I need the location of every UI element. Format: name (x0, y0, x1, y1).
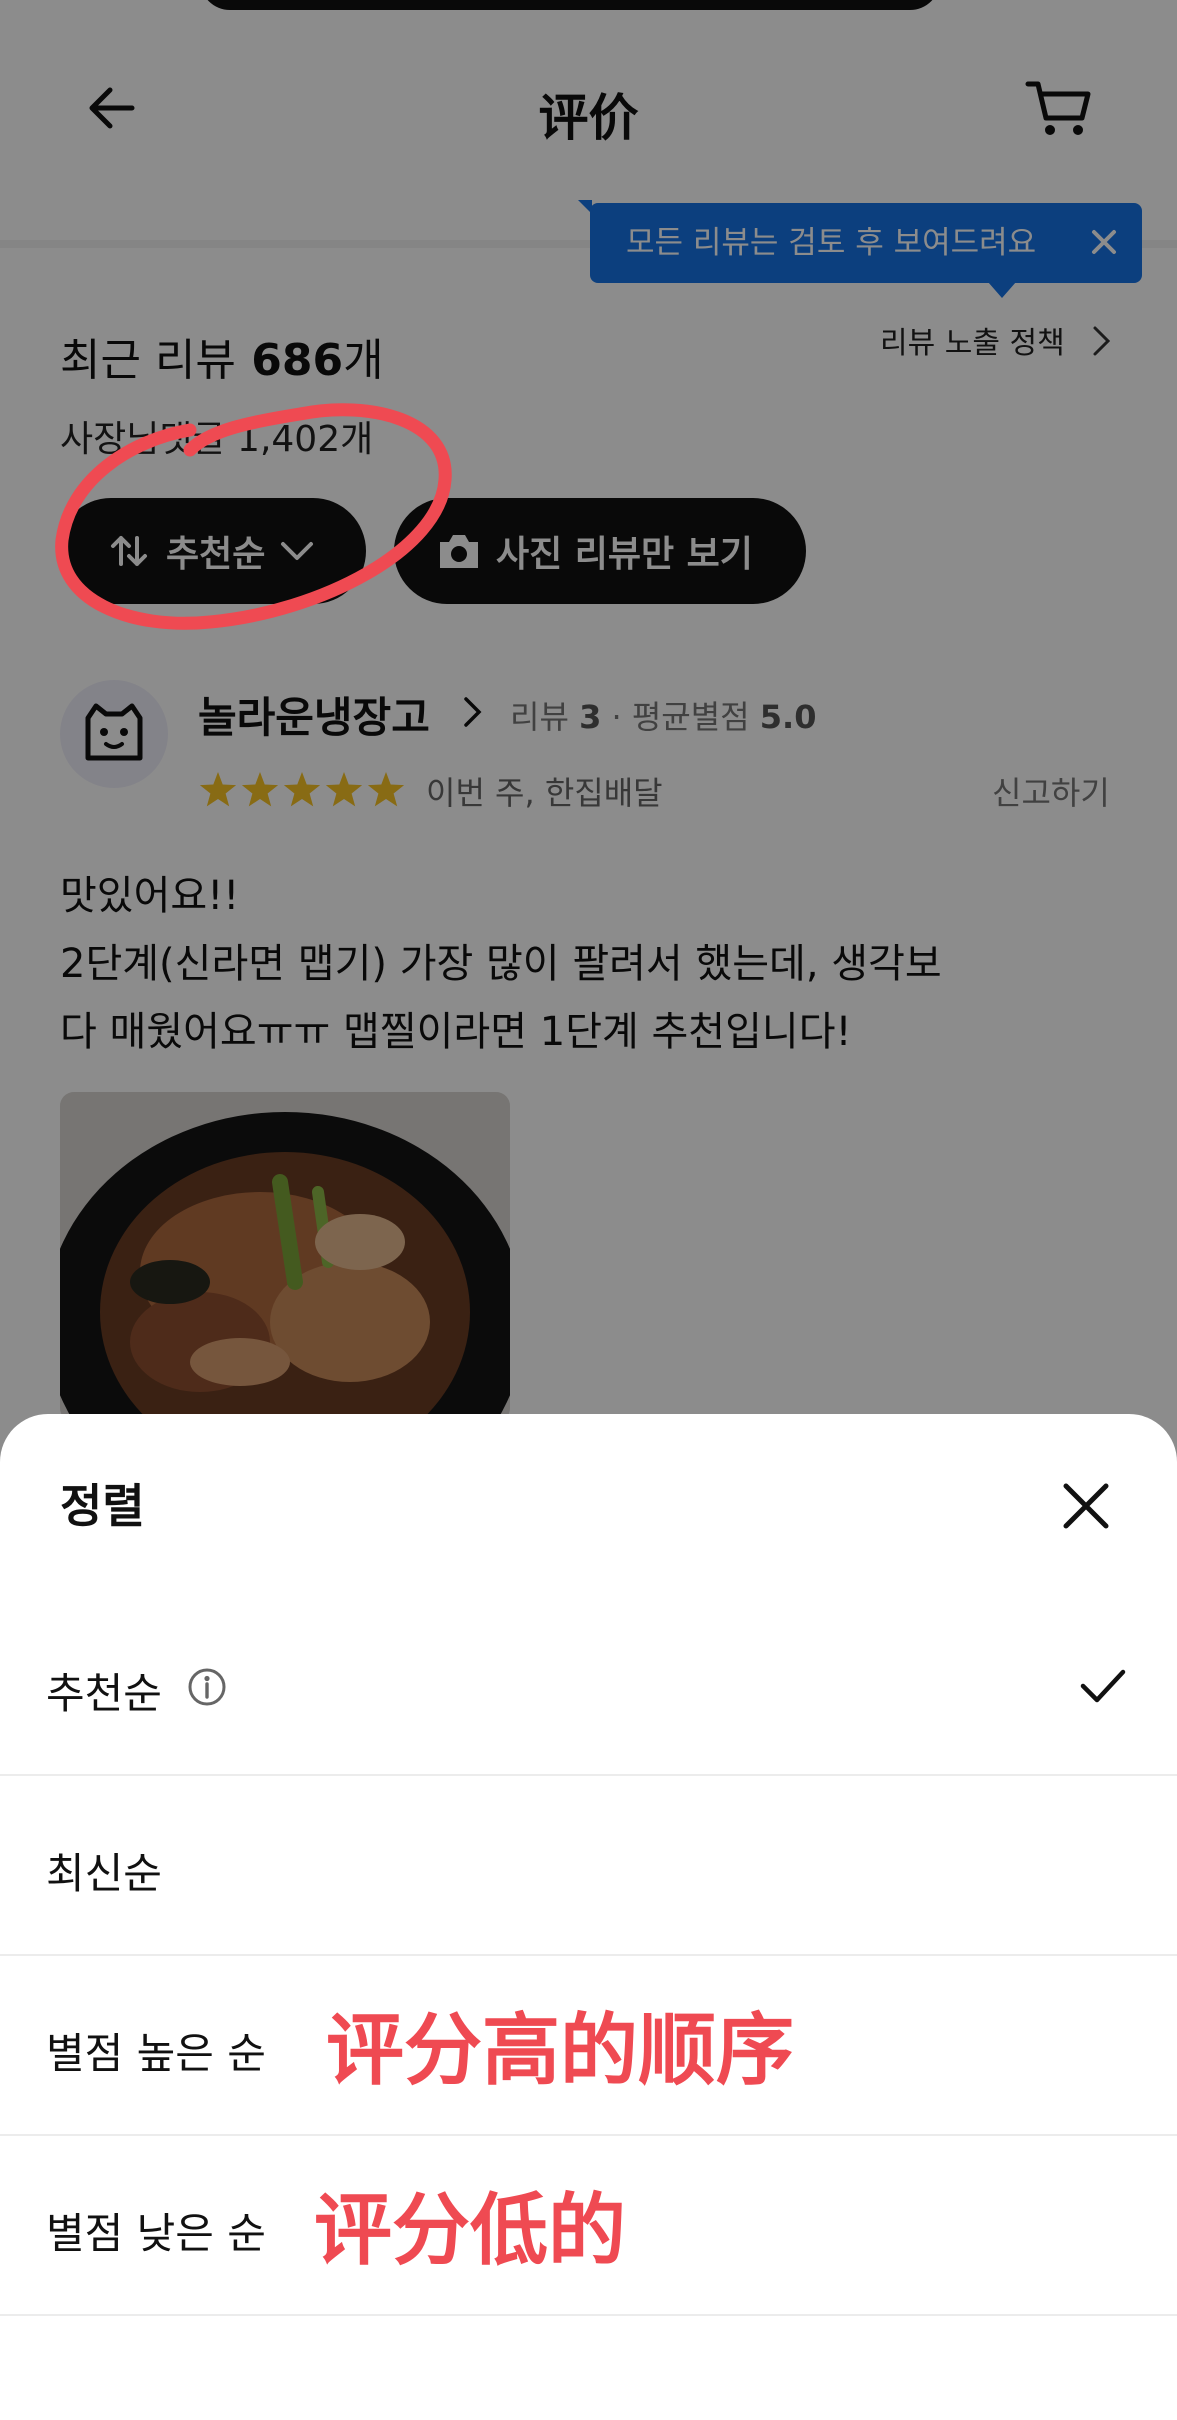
sort-option-label: 추천순 (46, 1669, 162, 1718)
close-icon[interactable] (1058, 1478, 1114, 1534)
annotation-rating-low: 评分低的 (314, 2186, 627, 2276)
annotation-rating-high: 评分高的顺序 (326, 2006, 795, 2096)
sheet-title: 정렬 (60, 1479, 145, 1533)
sort-option-recommended[interactable] (0, 1596, 1177, 1776)
sort-option-latest[interactable] (0, 1776, 1177, 1956)
sort-option-label: 별점 높은 순 (46, 2029, 266, 2078)
reviews-page: 评价 모든 리뷰는 검토 후 보여드려요 최근 리뷰 686개 리뷰 노출 정책… (0, 0, 1177, 2420)
sort-option-label: 최신순 (46, 1849, 162, 1898)
divider (0, 2314, 1177, 2316)
sort-option-label: 별점 낮은 순 (46, 2209, 266, 2258)
red-highlight-circle (55, 403, 452, 630)
checkmark-icon (1080, 1669, 1126, 1703)
info-icon[interactable] (186, 1666, 228, 1708)
